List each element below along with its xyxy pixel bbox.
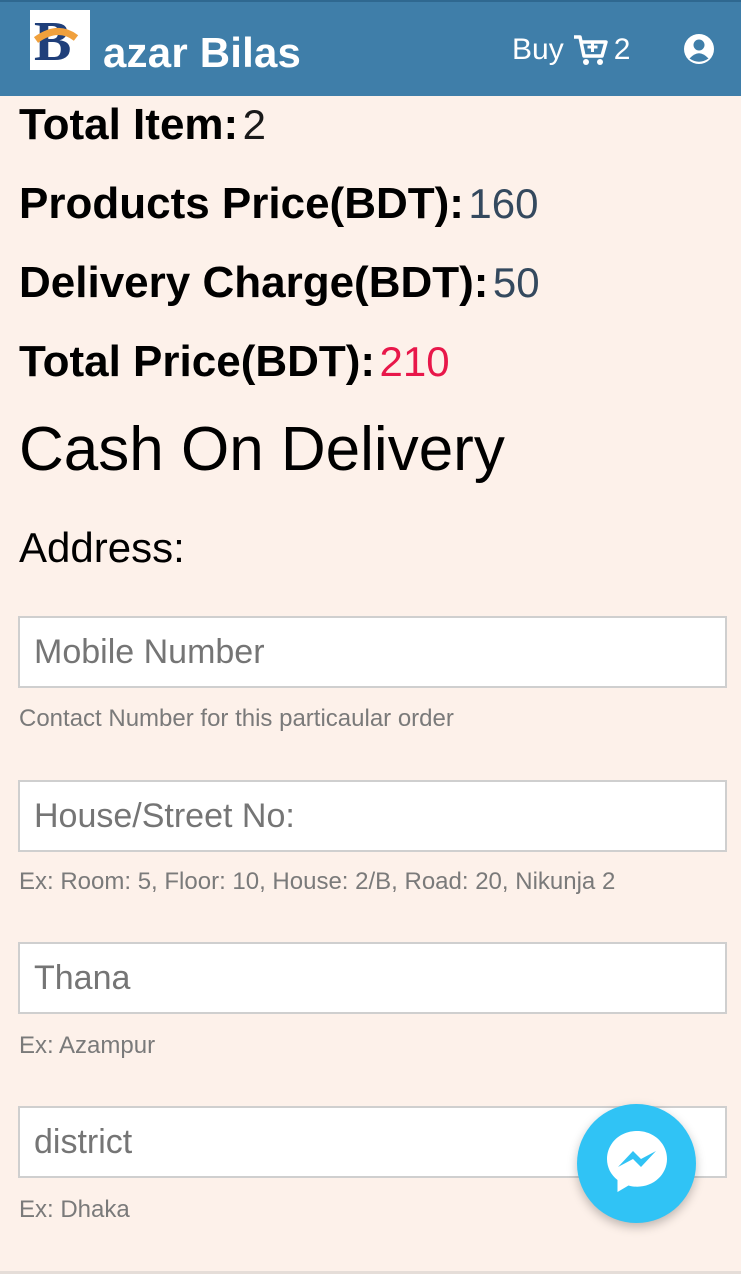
address-label: Address: — [19, 524, 185, 571]
total-item-label: Total Item: — [19, 100, 239, 149]
products-price-label: Products Price(BDT): — [19, 179, 464, 228]
messenger-chat-button[interactable] — [577, 1104, 696, 1223]
messenger-icon — [601, 1125, 673, 1202]
total-price-value: 210 — [379, 338, 450, 385]
products-price-value: 160 — [468, 180, 539, 227]
top-navbar: B azar Bilas Buy 2 — [0, 0, 741, 96]
total-item-row: Total Item: 2 — [19, 100, 266, 150]
delivery-charge-row: Delivery Charge(BDT): 50 — [19, 258, 540, 308]
total-price-label: Total Price(BDT): — [19, 337, 376, 386]
total-item-value: 2 — [242, 101, 266, 148]
cart-plus-icon — [572, 34, 608, 66]
buy-label: Buy — [512, 33, 564, 66]
total-price-row: Total Price(BDT): 210 — [19, 337, 450, 387]
buy-cart-link[interactable]: Buy 2 — [512, 30, 630, 70]
district-hint: Ex: Dhaka — [19, 1196, 130, 1223]
delivery-charge-value: 50 — [492, 259, 540, 306]
delivery-charge-label: Delivery Charge(BDT): — [19, 258, 489, 307]
payment-method-heading: Cash On Delivery — [19, 415, 505, 484]
house-street-input[interactable] — [18, 780, 727, 852]
mobile-number-hint: Contact Number for this particaular orde… — [19, 705, 454, 732]
products-price-row: Products Price(BDT): 160 — [19, 179, 538, 229]
thana-input[interactable] — [18, 942, 727, 1014]
cart-count: 2 — [613, 33, 631, 66]
brand-logo[interactable]: B — [30, 10, 90, 73]
house-street-hint: Ex: Room: 5, Floor: 10, House: 2/B, Road… — [19, 868, 616, 895]
user-circle-icon[interactable] — [683, 33, 715, 70]
brand-name[interactable]: azar Bilas — [103, 28, 301, 78]
thana-hint: Ex: Azampur — [19, 1032, 156, 1059]
mobile-number-input[interactable] — [18, 616, 727, 688]
